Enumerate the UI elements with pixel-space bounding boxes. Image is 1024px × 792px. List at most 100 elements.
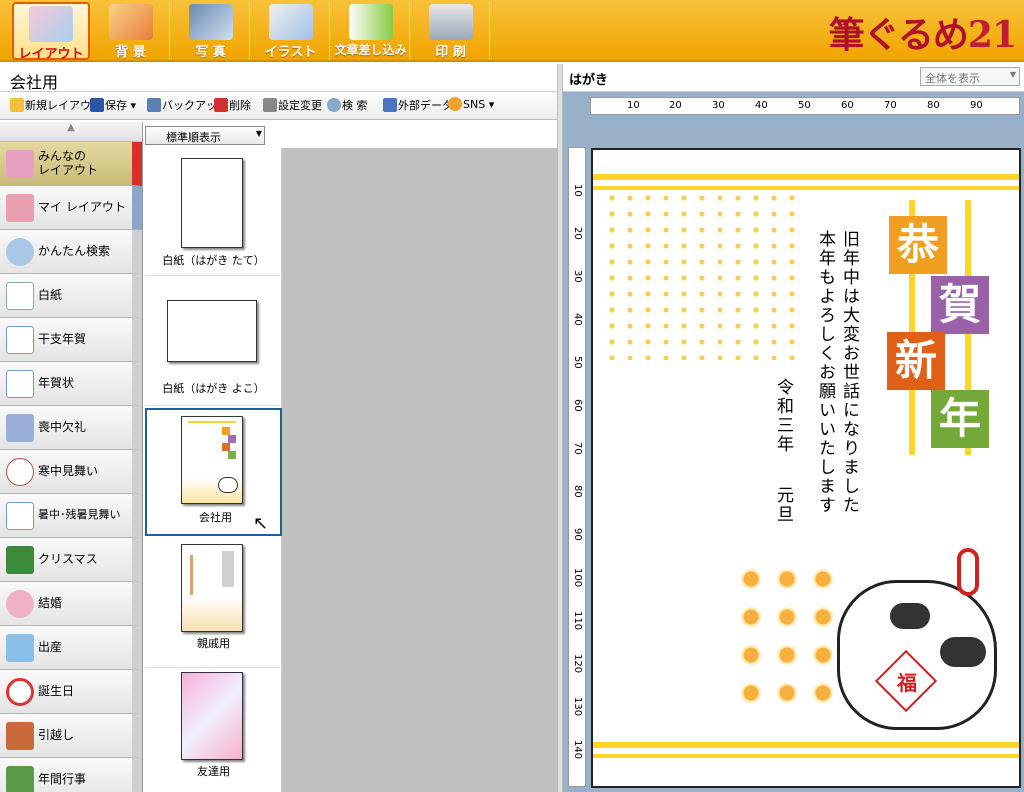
thumbnail-preview	[181, 158, 243, 248]
zoom-select[interactable]: 全体を表示 ▼	[920, 67, 1020, 86]
scroll-up-button[interactable]: ▲	[0, 122, 142, 142]
category-item[interactable]: クリスマス	[0, 538, 142, 582]
christmas-tree-icon	[6, 546, 34, 574]
category-item[interactable]: 喪中欠礼	[0, 406, 142, 450]
people-layout-icon	[6, 150, 34, 178]
wedding-icon	[6, 590, 34, 618]
category-item[interactable]: 誕生日	[0, 670, 142, 714]
sort-bar: 標準順表示 ▼	[145, 126, 557, 146]
category-item[interactable]: 暑中･残暑見舞い	[0, 494, 142, 538]
category-item[interactable]: 引越し	[0, 714, 142, 758]
date-line-2: 元旦	[773, 486, 793, 524]
search-icon	[327, 98, 341, 112]
preview-title: はがき	[569, 73, 609, 88]
backup-icon	[147, 98, 161, 112]
settings-icon	[263, 98, 277, 112]
text-insert-icon	[348, 4, 393, 40]
blank-page-icon	[6, 282, 34, 310]
sort-order-select[interactable]: 標準順表示 ▼	[145, 126, 265, 145]
preview-header: はがき 全体を表示 ▼	[563, 64, 1024, 92]
new-year-card-icon	[6, 370, 34, 398]
summer-card-icon	[6, 502, 34, 530]
background-icon	[108, 4, 153, 40]
greeting-tile: 恭	[889, 216, 947, 274]
vertical-ruler: 10 20 30 40 50 60 70 80 90 100 110 120 1…	[568, 147, 586, 787]
layout-tools-bar: 新規レイアウト 保存 ▾ バックアップ 削除 設定変更 検 索 外部データ SN…	[0, 92, 560, 120]
category-item[interactable]: かんたん検索	[0, 230, 142, 274]
app-logo: 筆ぐるめ21	[828, 14, 1017, 56]
delete-button[interactable]: 削除	[214, 97, 251, 113]
category-item[interactable]: みんなの レイアウト	[0, 142, 142, 186]
layout-icon	[29, 6, 73, 42]
delete-icon	[214, 98, 228, 112]
layout-tab-button[interactable]: レイアウト	[12, 2, 90, 62]
sns-button[interactable]: SNS ▾	[448, 97, 494, 111]
zodiac-card-icon	[6, 326, 34, 354]
mouse-cursor-icon: ↖	[253, 513, 269, 534]
category-item[interactable]: 年間行事	[0, 758, 142, 792]
photo-icon	[188, 4, 233, 40]
date-line-1: 令和三年	[773, 378, 793, 454]
mourning-card-icon	[6, 414, 34, 442]
my-layout-icon	[6, 194, 34, 222]
charm-label: 福	[897, 671, 917, 695]
category-list: ▲ みんなの レイアウト マイ レイアウト かんたん検索 白紙 干支年賀 年賀状…	[0, 122, 143, 792]
greeting-line-1: 旧年中は大変お世話になりました	[839, 230, 859, 515]
greeting-tile: 新	[887, 332, 945, 390]
bottom-stripe	[593, 742, 1019, 748]
print-icon	[428, 4, 473, 40]
background-tab-button[interactable]: 背 景	[92, 2, 170, 60]
category-item[interactable]: マイ レイアウト	[0, 186, 142, 230]
layout-thumbnail[interactable]: 白紙（はがき よこ）	[145, 278, 282, 406]
search-button[interactable]: 検 索	[327, 97, 368, 113]
layout-category-title: 会社用	[0, 64, 560, 92]
greeting-line-2: 本年もよろしくお願いいたします	[815, 230, 835, 515]
category-item[interactable]: 結婚	[0, 582, 142, 626]
thumbnail-empty-area	[282, 148, 557, 792]
photo-tab-button[interactable]: 写 真	[172, 2, 250, 60]
ox-charm-illustration: 福	[837, 580, 997, 730]
postcard-preview[interactable]: 恭 賀 新 年 旧年中は大変お世話になりました 本年もよろしくお願いいたします …	[591, 148, 1021, 788]
category-item[interactable]: 寒中見舞い	[0, 450, 142, 494]
birthday-icon	[6, 678, 34, 706]
text-insert-tab-button[interactable]: 文章差し込み	[332, 2, 410, 60]
new-layout-button[interactable]: 新規レイアウト	[10, 97, 102, 113]
external-data-button[interactable]: 外部データ	[383, 97, 453, 113]
gold-confetti	[603, 190, 803, 360]
snowman-icon	[6, 458, 34, 486]
baby-icon	[6, 634, 34, 662]
layout-thumbnail[interactable]: 親戚用	[145, 540, 282, 668]
magnifier-icon	[6, 238, 34, 266]
category-item[interactable]: 白紙	[0, 274, 142, 318]
greeting-tile: 賀	[931, 276, 989, 334]
category-item[interactable]: 干支年賀	[0, 318, 142, 362]
greeting-tile: 年	[931, 390, 989, 448]
thumbnail-preview	[181, 672, 243, 760]
settings-change-button[interactable]: 設定変更	[263, 97, 322, 113]
thumbnail-preview	[167, 300, 257, 362]
save-button[interactable]: 保存 ▾	[90, 97, 136, 113]
sns-icon	[448, 97, 462, 111]
layout-thumbnail[interactable]: 友達用	[145, 668, 282, 792]
annual-event-icon	[6, 766, 34, 792]
external-data-icon	[383, 98, 397, 112]
thumbnail-preview	[181, 416, 243, 504]
chevron-down-icon: ▼	[1009, 70, 1016, 79]
illustration-tab-button[interactable]: イラスト	[252, 2, 330, 60]
top-stripe	[593, 174, 1019, 180]
star-icon	[10, 98, 24, 112]
plum-blossoms	[733, 560, 843, 720]
layout-thumbnail-list: 白紙（はがき たて） 白紙（はがき よこ） 会社用 親戚用 友達用	[145, 148, 282, 792]
thumbnail-preview	[181, 544, 243, 632]
category-item[interactable]: 出産	[0, 626, 142, 670]
horizontal-ruler: 10 20 30 40 50 60 70 80 90	[590, 97, 1020, 115]
print-tab-button[interactable]: 印 刷	[412, 2, 490, 60]
illustration-icon	[268, 4, 313, 40]
chevron-down-icon: ▼	[255, 129, 262, 138]
layout-thumbnail[interactable]: 白紙（はがき たて）	[145, 148, 282, 276]
category-item[interactable]: 年賀状	[0, 362, 142, 406]
red-cord	[957, 548, 979, 596]
house-icon	[6, 722, 34, 750]
main-toolbar: レイアウト 背 景 写 真 イラスト 文章差し込み 印 刷 筆ぐるめ21	[0, 0, 1024, 62]
floppy-icon	[90, 98, 104, 112]
